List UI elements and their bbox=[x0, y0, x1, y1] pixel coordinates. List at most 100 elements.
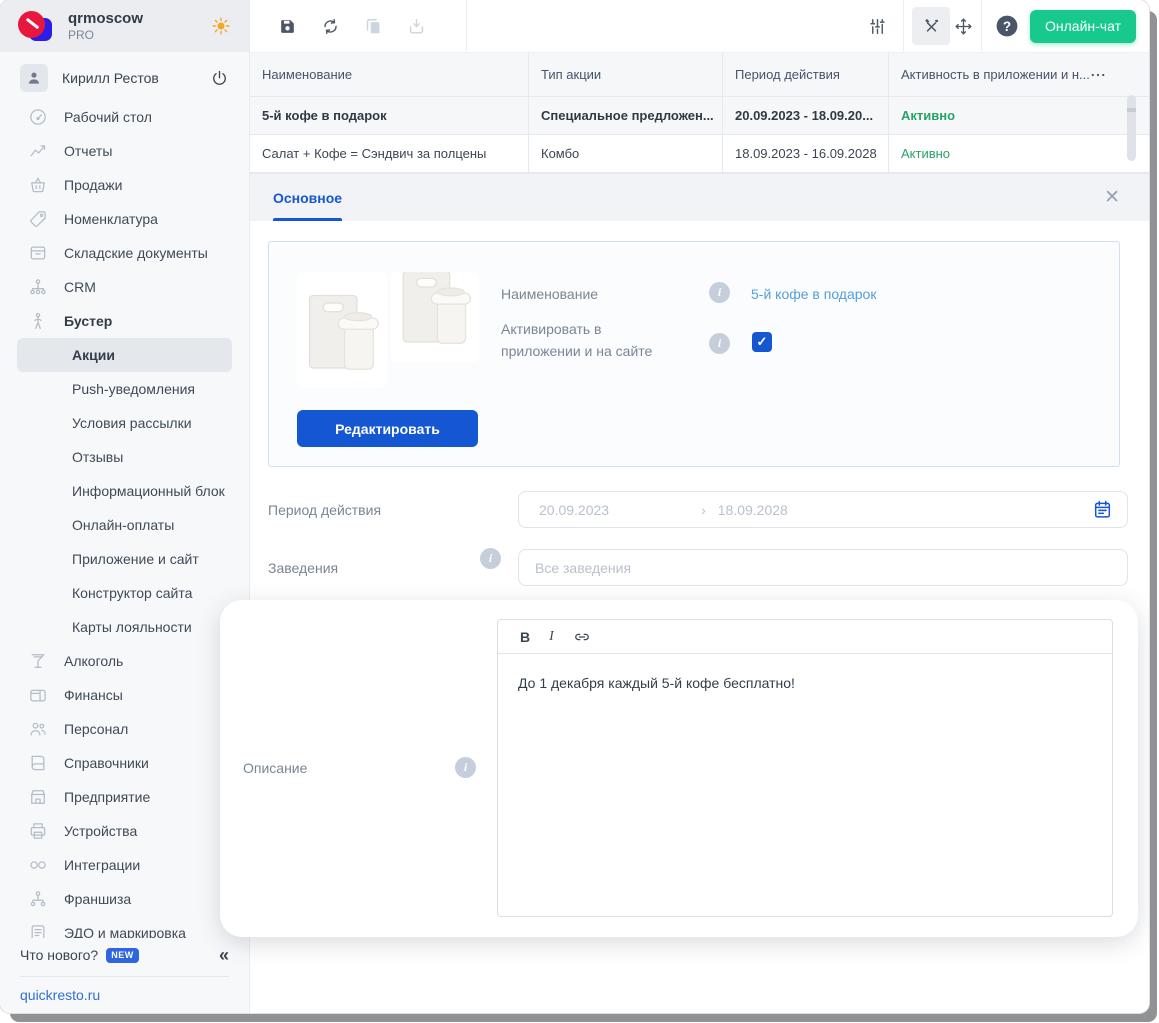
sidebar-item-label: Устройства bbox=[64, 823, 137, 839]
svg-text:?: ? bbox=[1003, 19, 1011, 34]
user-name: Кирилл Рестов bbox=[62, 70, 210, 86]
sidebar-item[interactable]: Бустер bbox=[0, 304, 249, 338]
table-scrollbar[interactable] bbox=[1127, 95, 1136, 161]
directories-icon bbox=[28, 753, 48, 773]
italic-button[interactable]: I bbox=[549, 630, 554, 644]
sidebar-item[interactable]: Франшиза bbox=[0, 882, 249, 916]
sidebar-item[interactable]: Конструктор сайта bbox=[0, 576, 249, 610]
description-card: Описание i B I До 1 декабря каждый 5-й к… bbox=[220, 600, 1138, 937]
sidebar-item[interactable]: Условия рассылки bbox=[0, 406, 249, 440]
period-from-value: 20.09.2023 bbox=[539, 502, 609, 518]
more-columns-icon[interactable] bbox=[1089, 66, 1107, 84]
staff-icon bbox=[28, 719, 48, 739]
copy-icon[interactable] bbox=[364, 17, 383, 36]
refresh-icon[interactable] bbox=[321, 17, 340, 36]
user-row[interactable]: Кирилл Рестов bbox=[0, 52, 249, 98]
promo-image[interactable] bbox=[297, 272, 387, 388]
sidebar-item[interactable]: Финансы bbox=[0, 678, 249, 712]
sidebar-item[interactable]: Онлайн-оплаты bbox=[0, 508, 249, 542]
collapse-sidebar-icon[interactable]: « bbox=[219, 945, 229, 966]
toolbar-left-group bbox=[250, 17, 426, 36]
sidebar-item[interactable]: Складские документы bbox=[0, 236, 249, 270]
move-icon[interactable] bbox=[954, 17, 973, 36]
venues-input[interactable] bbox=[523, 550, 1123, 585]
sidebar-item-label: Складские документы bbox=[64, 245, 208, 261]
info-icon[interactable]: i bbox=[455, 757, 476, 778]
enterprise-icon bbox=[28, 787, 48, 807]
whats-new-row[interactable]: Что нового? NEW « bbox=[20, 938, 229, 972]
column-header: Тип акции bbox=[528, 53, 722, 96]
promo-name-value: 5-й кофе в подарок bbox=[751, 286, 876, 302]
sidebar-item[interactable]: Предприятие bbox=[0, 780, 249, 814]
sidebar-item-label: Интеграции bbox=[64, 857, 140, 873]
sidebar-item-label: Push-уведомления bbox=[72, 381, 195, 397]
column-settings-icon[interactable] bbox=[868, 17, 887, 36]
promo-image[interactable] bbox=[391, 272, 479, 362]
close-icon[interactable]: ✕ bbox=[1104, 188, 1120, 207]
app-window: qrmoscow PRO Кирилл Рестов Рабочий столО… bbox=[0, 0, 1149, 1013]
sidebar-item[interactable]: Акции bbox=[17, 338, 232, 372]
activate-checkbox[interactable]: ✓ bbox=[752, 332, 772, 352]
logout-power-icon[interactable] bbox=[210, 69, 229, 88]
bold-button[interactable]: B bbox=[520, 630, 530, 644]
sidebar-item[interactable]: ЭДО и маркировка bbox=[0, 916, 249, 938]
period-to-value: 18.09.2028 bbox=[718, 502, 788, 518]
sidebar-item[interactable]: Персонал bbox=[0, 712, 249, 746]
sidebar-item[interactable]: Приложение и сайт bbox=[0, 542, 249, 576]
sidebar-item[interactable]: Рабочий стол bbox=[0, 100, 249, 134]
sidebar-item[interactable]: Продажи bbox=[0, 168, 249, 202]
warehouse-icon bbox=[28, 243, 48, 263]
devices-icon bbox=[28, 821, 48, 841]
sidebar-item-label: Конструктор сайта bbox=[72, 585, 192, 601]
sidebar-item-label: Онлайн-оплаты bbox=[72, 517, 174, 533]
sidebar-item[interactable]: Отзывы bbox=[0, 440, 249, 474]
sidebar-item[interactable]: CRM bbox=[0, 270, 249, 304]
sidebar-footer: Что нового? NEW « quickresto.ru bbox=[0, 938, 249, 1013]
cell-status: Активно bbox=[888, 97, 1149, 134]
sidebar-item[interactable]: Номенклатура bbox=[0, 202, 249, 236]
toolbar-separator bbox=[981, 0, 982, 52]
site-link[interactable]: quickresto.ru bbox=[20, 976, 229, 1003]
tab-main[interactable]: Основное bbox=[273, 174, 342, 221]
help-icon[interactable]: ? bbox=[994, 13, 1020, 39]
crm-icon bbox=[28, 277, 48, 297]
sidebar-item[interactable]: Отчеты bbox=[0, 134, 249, 168]
finance-icon bbox=[28, 685, 48, 705]
sidebar-item[interactable]: Устройства bbox=[0, 814, 249, 848]
sidebar-item[interactable]: Алкоголь bbox=[0, 644, 249, 678]
tools-button[interactable] bbox=[912, 7, 950, 45]
venues-field bbox=[518, 549, 1128, 586]
tools-icon bbox=[922, 17, 941, 36]
sidebar-item-label: Франшиза bbox=[64, 891, 131, 907]
theme-sun-icon[interactable] bbox=[211, 16, 231, 36]
column-header: Активность в приложении и н... bbox=[888, 53, 1149, 96]
sidebar-item[interactable]: Справочники bbox=[0, 746, 249, 780]
sidebar-item-label: Акции bbox=[72, 347, 115, 363]
sidebar-item[interactable]: Информационный блок bbox=[0, 474, 249, 508]
sidebar-item[interactable]: Карты лояльности bbox=[0, 610, 249, 644]
save-icon[interactable] bbox=[278, 17, 297, 36]
info-icon[interactable]: i bbox=[709, 333, 730, 354]
table-row[interactable]: Салат + Кофе = Сэндвич за полценыКомбо18… bbox=[250, 135, 1149, 173]
column-header: Наименование bbox=[250, 53, 528, 96]
sidebar-item[interactable]: Интеграции bbox=[0, 848, 249, 882]
sidebar-item-label: Номенклатура bbox=[64, 211, 158, 227]
sidebar-item[interactable]: Push-уведомления bbox=[0, 372, 249, 406]
table-row[interactable]: 5-й кофе в подарокСпециальное предложен.… bbox=[250, 97, 1149, 135]
info-icon[interactable]: i bbox=[709, 282, 730, 303]
download-icon[interactable] bbox=[407, 17, 426, 36]
online-chat-button[interactable]: Онлайн-чат bbox=[1030, 10, 1136, 43]
cell-name: 5-й кофе в подарок bbox=[250, 97, 528, 134]
dashboard-icon bbox=[28, 107, 48, 127]
calendar-icon[interactable] bbox=[1092, 499, 1113, 520]
description-editor: B I До 1 декабря каждый 5-й кофе бесплат… bbox=[497, 619, 1113, 917]
link-icon[interactable] bbox=[573, 628, 591, 646]
info-icon[interactable]: i bbox=[480, 548, 501, 569]
toolbar-separator bbox=[903, 0, 904, 52]
sidebar-menu: Рабочий столОтчетыПродажи Номенклатура Скл… bbox=[0, 98, 249, 938]
edit-button[interactable]: Редактировать bbox=[297, 410, 478, 447]
period-field[interactable]: 20.09.2023 › 18.09.2028 bbox=[518, 491, 1128, 528]
description-text[interactable]: До 1 декабря каждый 5-й кофе бесплатно! bbox=[498, 654, 1112, 916]
column-header: Период действия bbox=[722, 53, 888, 96]
period-label: Период действия bbox=[268, 502, 381, 518]
